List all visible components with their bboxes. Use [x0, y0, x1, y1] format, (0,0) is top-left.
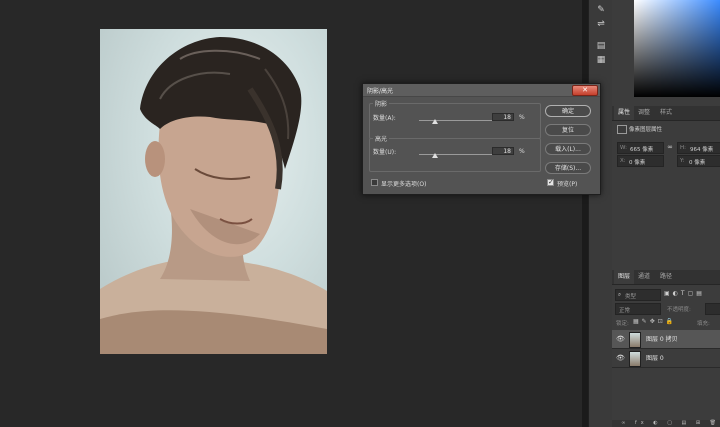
layer-thumbnail	[629, 351, 641, 367]
tab-paths[interactable]: 路径	[656, 270, 676, 284]
width-label: W:	[620, 145, 627, 151]
blend-mode-select[interactable]: 正常	[615, 303, 661, 315]
shadow-amount-label: 数量(A):	[373, 115, 396, 122]
load-button[interactable]: 载入(L)...	[545, 143, 591, 155]
x-label: X:	[620, 158, 626, 164]
more-options-checkbox[interactable]	[371, 179, 378, 186]
shadow-amount-unit: %	[519, 114, 525, 121]
layer-filter-select[interactable]: ⌕ 类型	[615, 289, 661, 301]
y-label: Y:	[680, 158, 685, 164]
canvas-image[interactable]	[100, 29, 327, 354]
shadows-highlights-dialog: 阴影/高光 ✕ 阴影 数量(A): 18 % 高光 数量(U): 18 % 确定…	[362, 83, 601, 195]
properties-icon[interactable]: ▤	[594, 40, 608, 52]
more-options-label: 显示更多选项(O)	[381, 181, 427, 188]
layer-row[interactable]: 👁 图层 0	[612, 349, 720, 368]
pixel-layer-properties-label: 像素图层属性	[629, 127, 663, 133]
preview-label: 预览(P)	[557, 181, 578, 188]
highlights-group-title: 高光	[373, 134, 390, 143]
adjustments-icon[interactable]: ⇌	[594, 18, 608, 30]
eye-icon[interactable]: 👁	[616, 335, 625, 343]
lock-label: 锁定:	[616, 321, 629, 327]
notes-icon[interactable]: ▦	[594, 54, 608, 66]
tab-adjustments[interactable]: 调整	[634, 106, 654, 120]
shadow-amount-input[interactable]: 18	[492, 113, 514, 121]
dialog-titlebar[interactable]: 阴影/高光 ✕	[363, 84, 600, 97]
color-picker-field[interactable]	[634, 0, 720, 97]
link-icon[interactable]: ∞	[665, 143, 675, 151]
brush-settings-icon[interactable]: ✎	[594, 4, 608, 16]
layers-tabbar: 图层 通道 路径	[612, 270, 720, 285]
layer-name: 图层 0 拷贝	[646, 336, 678, 343]
tab-properties[interactable]: 属性	[614, 106, 635, 120]
opacity-field[interactable]	[705, 303, 720, 315]
close-button[interactable]: ✕	[572, 85, 598, 96]
highlight-amount-slider-thumb[interactable]	[431, 153, 438, 158]
tab-channels[interactable]: 通道	[634, 270, 654, 284]
search-icon: ⌕	[618, 292, 622, 298]
height-label: H:	[680, 145, 686, 151]
x-field[interactable]: X: 0 像素	[617, 155, 664, 167]
eye-icon[interactable]: 👁	[616, 354, 625, 362]
reset-button[interactable]: 复位	[545, 124, 591, 136]
dialog-body: 阴影 数量(A): 18 % 高光 数量(U): 18 % 确定 复位 载入(L…	[365, 97, 598, 192]
layer-filter-placeholder: 类型	[625, 294, 637, 300]
portrait-photo	[100, 37, 327, 354]
y-field[interactable]: Y: 0 像素	[677, 155, 720, 167]
dialog-title: 阴影/高光	[367, 88, 394, 95]
x-value: 0 像素	[629, 160, 646, 166]
highlight-amount-unit: %	[519, 148, 525, 155]
layers-footer-icons[interactable]: ∞ fx ◐ ▢ ▤ ⊞ 🗑	[612, 420, 720, 427]
lock-icons[interactable]: ▦✎✥⊡🔒	[633, 317, 705, 327]
tab-layers[interactable]: 图层	[614, 270, 635, 284]
width-field[interactable]: W: 665 像素	[617, 142, 664, 154]
layer-thumbnail	[629, 332, 641, 348]
pixel-layer-icon	[617, 125, 627, 134]
save-button[interactable]: 存储(S)...	[545, 162, 591, 174]
blend-mode-value: 正常	[619, 308, 631, 314]
width-value: 665 像素	[630, 147, 654, 153]
y-value: 0 像素	[689, 160, 706, 166]
shadows-group-title: 阴影	[373, 99, 390, 108]
shadow-amount-slider-thumb[interactable]	[431, 119, 438, 124]
properties-tabbar: 属性 调整 样式	[612, 106, 720, 121]
height-value: 964 像素	[690, 147, 714, 153]
panel-toolstrip: ✎ ⇌ ▤ ▦	[588, 0, 613, 427]
tab-styles[interactable]: 样式	[656, 106, 676, 120]
layer-filter-icons[interactable]: ▣◐T▢▤	[664, 289, 720, 299]
ok-button[interactable]: 确定	[545, 105, 591, 117]
opacity-label: 不透明度:	[667, 307, 691, 313]
height-field[interactable]: H: 964 像素	[677, 142, 720, 154]
preview-checkbox[interactable]	[547, 178, 554, 186]
fill-label: 填充:	[697, 321, 710, 327]
highlight-amount-input[interactable]: 18	[492, 147, 514, 155]
layer-name: 图层 0	[646, 355, 664, 362]
highlight-amount-label: 数量(U):	[373, 149, 397, 156]
layer-row[interactable]: 👁 图层 0 拷贝	[612, 330, 720, 349]
